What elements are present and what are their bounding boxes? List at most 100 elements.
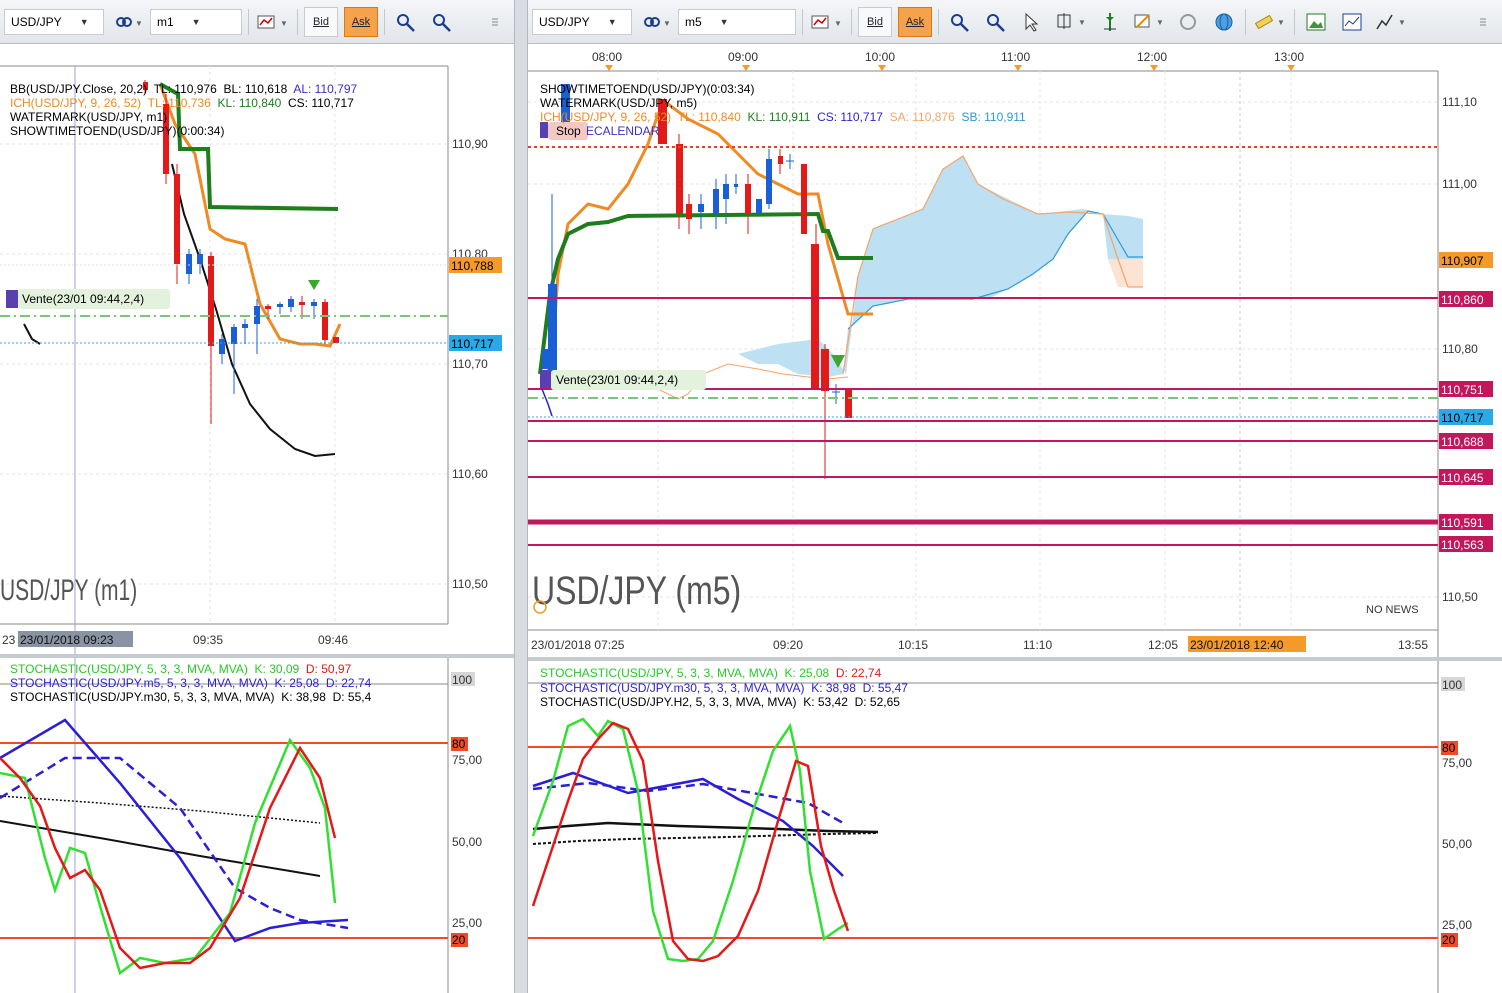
price-tag-label: 110,591	[1441, 516, 1484, 530]
svg-text:09:46: 09:46	[318, 633, 348, 647]
bid-button[interactable]: Bid	[304, 6, 338, 37]
link-chart-button[interactable]: ▼	[638, 7, 672, 37]
svg-text:100: 100	[452, 673, 472, 687]
chart-watermark: USD/JPY (m5)	[532, 568, 741, 613]
showtime-legend: SHOWTIMETOEND(USD/JPY)(0:00:34)	[10, 124, 225, 138]
svg-text:10:00: 10:00	[865, 50, 895, 64]
separator	[248, 8, 249, 35]
toolbar-overflow-button[interactable]	[480, 7, 510, 37]
right-stoch-m5-legend: STOCHASTIC(USD/JPY, 5, 3, 3, MVA, MVA) K…	[540, 666, 882, 680]
price-tag-label: 110,751	[1441, 383, 1484, 397]
right-symbol-select[interactable]: USD/JPY ▼	[532, 8, 632, 35]
left-toolbar: USD/JPY ▼ ▼ m1 ▼ ▼ Bid Ask	[0, 0, 514, 44]
right-timeframe-label: m5	[685, 14, 702, 29]
zoom-out-button[interactable]	[427, 7, 457, 37]
order-marker	[6, 290, 18, 308]
link-chart-button[interactable]: ▼	[110, 7, 144, 37]
zoom-in-button[interactable]	[945, 7, 975, 37]
chart-type-button[interactable]: ▼	[255, 7, 291, 37]
right-stochastic-chart[interactable]: 100 80 75,00 50,00 25,00 20	[528, 661, 1502, 993]
left-symbol-select[interactable]: USD/JPY ▼	[4, 8, 104, 35]
ask-button[interactable]: Ask	[344, 6, 378, 37]
svg-text:110,788: 110,788	[451, 259, 494, 273]
ruler-icon: ▼	[1254, 14, 1285, 29]
svg-text:75,00: 75,00	[1442, 756, 1472, 770]
svg-text:09:35: 09:35	[193, 633, 223, 647]
separator	[802, 8, 803, 35]
right-price-chart[interactable]: 08:00 09:00 10:00 11:00 12:00 13:00 Vent…	[528, 44, 1502, 657]
svg-text:23/01/2018 09:23: 23/01/2018 09:23	[20, 633, 114, 647]
watermark-legend: WATERMARK(USD/JPY, m1)	[10, 110, 168, 124]
svg-text:▼: ▼	[1277, 18, 1285, 27]
price-tag-label: 110,907	[1441, 254, 1484, 268]
svg-text:12:00: 12:00	[1137, 50, 1167, 64]
vertical-splitter[interactable]	[514, 0, 528, 993]
svg-text:▼: ▼	[834, 19, 842, 28]
separator	[938, 8, 939, 35]
bid-button[interactable]: Bid	[858, 6, 892, 37]
price-tag-label: 110,645	[1441, 471, 1484, 485]
svg-text:▼: ▼	[280, 19, 288, 28]
zoom-in-button[interactable]	[391, 7, 421, 37]
right-ichimoku-legend: ICH(USD/JPY, 9, 26, 52) TL: 110,840 KL: …	[540, 110, 1026, 124]
price-tag-label: 110,860	[1441, 293, 1484, 307]
globe-tool-button[interactable]	[1209, 7, 1239, 37]
left-stochastic-chart[interactable]: 100 80 75,00 50,00 25,00 20	[0, 658, 514, 993]
svg-text:111,00: 111,00	[1442, 177, 1477, 191]
svg-text:10:15: 10:15	[898, 638, 928, 652]
svg-text:23: 23	[2, 633, 16, 647]
svg-text:20: 20	[452, 933, 466, 947]
no-news-label: NO NEWS	[1366, 604, 1419, 616]
annotation-tool-button[interactable]: ▼	[1131, 7, 1167, 37]
right-watermark-legend: WATERMARK(USD/JPY, m5)	[540, 96, 698, 110]
chart-type-icon: ▼	[811, 15, 842, 28]
svg-text:111,10: 111,10	[1442, 95, 1477, 109]
globe-icon	[1215, 13, 1233, 30]
svg-text:23/01/2018 07:25: 23/01/2018 07:25	[531, 638, 625, 652]
crosshair-tool-button[interactable]: ▼	[1053, 7, 1089, 37]
right-stoch-m30-legend: STOCHASTIC(USD/JPY.m30, 5, 3, 3, MVA, MV…	[540, 681, 908, 695]
chevron-down-icon: ▼	[719, 16, 729, 27]
separator	[1245, 8, 1246, 35]
right-stoch-h2-legend: STOCHASTIC(USD/JPY.H2, 5, 3, 3, MVA, MVA…	[540, 695, 900, 709]
svg-text:▼: ▼	[1398, 18, 1406, 27]
svg-text:110,60: 110,60	[452, 467, 488, 481]
toolbar-overflow-button[interactable]	[1468, 7, 1498, 37]
svg-text:110,70: 110,70	[452, 357, 488, 371]
zoom-in-icon	[397, 13, 415, 32]
link-icon: ▼	[644, 16, 669, 28]
template-tool-button[interactable]	[1337, 7, 1367, 37]
stoch-m30-legend: STOCHASTIC(USD/JPY.m30, 5, 3, 3, MVA, MV…	[10, 690, 372, 704]
price-tag-label: 110,717	[1441, 411, 1484, 425]
stop-label: Stop	[556, 124, 581, 138]
ask-button[interactable]: Ask	[898, 6, 932, 37]
svg-text:12:05: 12:05	[1148, 638, 1178, 652]
svg-text:110,717: 110,717	[451, 337, 494, 351]
svg-text:▼: ▼	[1156, 18, 1164, 27]
ruler-tool-button[interactable]: ▼	[1252, 7, 1288, 37]
ichimoku-legend: ICH(USD/JPY, 9, 26, 52) TL: 110,736 KL: …	[10, 96, 354, 110]
svg-text:80: 80	[1442, 741, 1456, 755]
chevron-down-icon: ▼	[607, 16, 617, 27]
cursor-icon	[1025, 12, 1039, 32]
crosshair-icon: ▼	[1057, 12, 1086, 29]
indicators-tool-button[interactable]: ▼	[1373, 7, 1409, 37]
separator	[851, 8, 852, 35]
picture-tool-button[interactable]	[1301, 7, 1331, 37]
svg-text:110,90: 110,90	[452, 137, 488, 151]
zoom-out-button[interactable]	[981, 7, 1011, 37]
chart-type-button[interactable]: ▼	[809, 7, 845, 37]
pointer-tool-button[interactable]	[1017, 7, 1047, 37]
svg-text:20: 20	[1442, 933, 1456, 947]
svg-text:25,00: 25,00	[452, 916, 482, 930]
svg-text:09:00: 09:00	[728, 50, 758, 64]
vertical-line-tool-button[interactable]	[1095, 7, 1125, 37]
right-timeframe-select[interactable]: m5 ▼	[678, 8, 796, 35]
stoch-m1-legend: STOCHASTIC(USD/JPY, 5, 3, 3, MVA, MVA) K…	[10, 662, 352, 676]
svg-text:50,00: 50,00	[1442, 837, 1472, 851]
left-timeframe-label: m1	[157, 14, 174, 29]
svg-text:110,50: 110,50	[452, 577, 488, 591]
left-timeframe-select[interactable]: m1 ▼	[150, 8, 242, 35]
refresh-tool-button[interactable]	[1173, 7, 1203, 37]
svg-text:23/01/2018 12:40: 23/01/2018 12:40	[1190, 638, 1284, 652]
